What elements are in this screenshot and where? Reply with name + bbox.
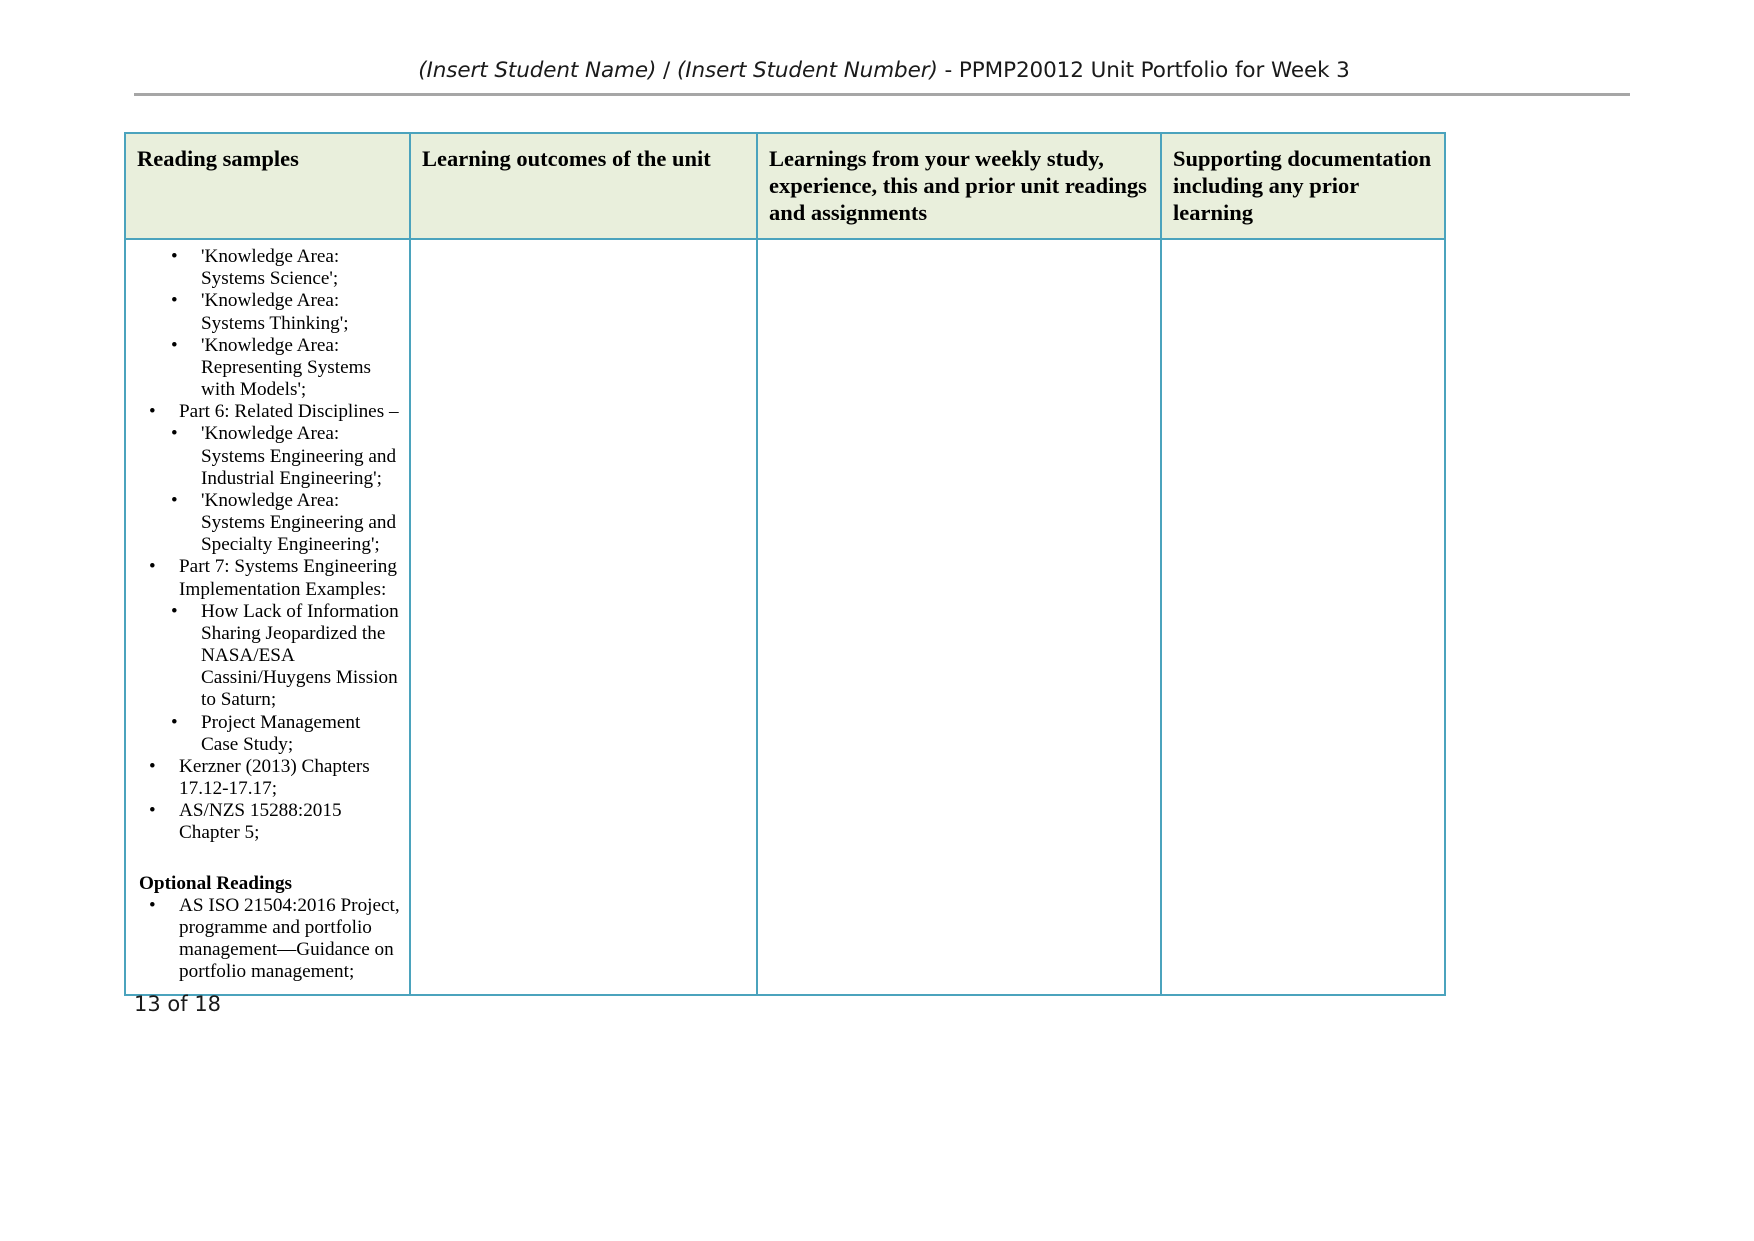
list-item: 'Knowledge Area: Systems Engineering and… xyxy=(135,490,400,557)
page-number: 13 of 18 xyxy=(134,992,222,1016)
list-item: How Lack of Information Sharing Jeopardi… xyxy=(135,601,400,712)
sub-list: 'Knowledge Area: Systems Engineering and… xyxy=(135,423,400,556)
cell-learning-outcomes[interactable] xyxy=(409,238,758,996)
column-header-supporting-documentation: Supporting documentation including any p… xyxy=(1160,132,1446,240)
table-header-row-group: Reading samples Learning outcomes of the… xyxy=(124,132,1446,240)
learning-outcomes-content[interactable] xyxy=(411,240,756,256)
header-divider-rule xyxy=(134,93,1630,96)
supporting-documentation-content[interactable] xyxy=(1162,240,1444,256)
reading-samples-list: 'Knowledge Area: Systems Science';'Knowl… xyxy=(135,246,400,845)
optional-readings-heading: Optional Readings xyxy=(139,872,293,894)
cell-weekly-learnings[interactable] xyxy=(756,238,1162,996)
list-item: Kerzner (2013) Chapters 17.12-17.17; xyxy=(135,756,400,800)
list-item: Project Management Case Study; xyxy=(135,712,400,756)
list-item: Part 7: Systems Engineering Implementati… xyxy=(135,556,400,600)
student-number-placeholder: (Insert Student Number) xyxy=(676,58,938,83)
list-item: AS ISO 21504:2016 Project, programme and… xyxy=(135,895,400,984)
reading-samples-content: 'Knowledge Area: Systems Science';'Knowl… xyxy=(126,240,409,994)
list-item: AS/NZS 15288:2015 Chapter 5; xyxy=(135,800,400,844)
list-item: 'Knowledge Area: Systems Thinking'; xyxy=(135,290,400,334)
column-header-weekly-learnings: Learnings from your weekly study, experi… xyxy=(756,132,1162,240)
weekly-learnings-content[interactable] xyxy=(758,240,1160,256)
cell-reading-samples: 'Knowledge Area: Systems Science';'Knowl… xyxy=(124,238,411,996)
column-header-learning-outcomes: Learning outcomes of the unit xyxy=(409,132,758,240)
cell-supporting-documentation[interactable] xyxy=(1160,238,1446,996)
sub-list: 'Knowledge Area: Systems Science';'Knowl… xyxy=(135,246,400,401)
list-item: Part 6: Related Disciplines – xyxy=(135,401,400,423)
sub-list-wrapper: 'Knowledge Area: Systems Science';'Knowl… xyxy=(135,246,400,401)
running-header-text: (Insert Student Name) / (Insert Student … xyxy=(134,58,1634,85)
table-row: 'Knowledge Area: Systems Science';'Knowl… xyxy=(124,238,1446,996)
portfolio-table: Reading samples Learning outcomes of the… xyxy=(124,132,1446,996)
document-page: (Insert Student Name) / (Insert Student … xyxy=(0,0,1754,1241)
student-name-placeholder: (Insert Student Name) xyxy=(418,58,657,83)
list-item: 'Knowledge Area: Representing Systems wi… xyxy=(135,335,400,402)
list-item: 'Knowledge Area: Systems Science'; xyxy=(135,246,400,290)
sub-list-wrapper: How Lack of Information Sharing Jeopardi… xyxy=(135,601,400,756)
column-header-reading-samples: Reading samples xyxy=(124,132,411,240)
sub-list: How Lack of Information Sharing Jeopardi… xyxy=(135,601,400,756)
optional-readings-list: AS ISO 21504:2016 Project, programme and… xyxy=(135,895,400,984)
table-body: 'Knowledge Area: Systems Science';'Knowl… xyxy=(124,238,1446,996)
table-header-row: Reading samples Learning outcomes of the… xyxy=(124,132,1446,240)
header-title-suffix: - PPMP20012 Unit Portfolio for Week 3 xyxy=(937,58,1350,83)
sub-list-wrapper: 'Knowledge Area: Systems Engineering and… xyxy=(135,423,400,556)
list-item: 'Knowledge Area: Systems Engineering and… xyxy=(135,423,400,490)
header-separator: / xyxy=(656,58,677,83)
running-header: (Insert Student Name) / (Insert Student … xyxy=(134,58,1634,85)
